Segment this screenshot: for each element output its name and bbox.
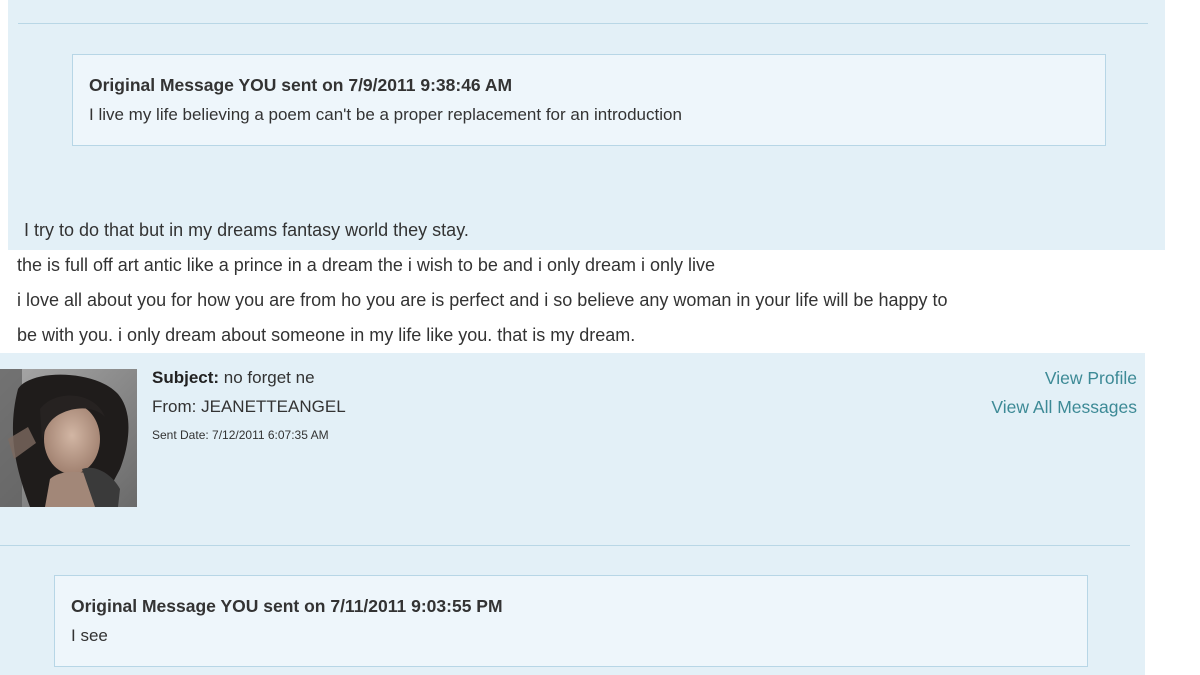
message-body-line-3: i love all about you for how you are fro… — [17, 290, 948, 310]
divider-middle — [0, 545, 1130, 546]
divider-top — [18, 23, 1148, 24]
original-message-text: I live my life believing a poem can't be… — [89, 105, 682, 124]
sender-avatar[interactable] — [0, 369, 137, 507]
message-body-line-2: the is full off art antic like a prince … — [17, 255, 716, 275]
view-all-messages-link[interactable]: View All Messages — [991, 397, 1137, 418]
original-message-header: Original Message YOU sent on 7/9/2011 9:… — [89, 75, 513, 95]
message-from: From: JEANETTEANGEL — [152, 397, 346, 417]
subject-value: no forget ne — [223, 368, 315, 387]
from-value: JEANETTEANGEL — [201, 397, 346, 416]
sent-date: Sent Date: 7/12/2011 6:07:35 AM — [152, 428, 329, 442]
view-profile-link[interactable]: View Profile — [1045, 368, 1137, 389]
from-label: From: — [152, 397, 197, 416]
original-message-text-2: I see — [71, 626, 108, 645]
original-message-box-2: Original Message YOU sent on 7/11/2011 9… — [54, 575, 1088, 667]
avatar-photo — [0, 369, 137, 507]
subject-label: Subject: — [152, 368, 220, 387]
message-subject: Subject: no forget ne — [152, 368, 315, 388]
message-body-line-1: I try to do that but in my dreams fantas… — [24, 220, 469, 240]
original-message-box: Original Message YOU sent on 7/9/2011 9:… — [72, 54, 1106, 146]
message-body-line-4: be with you. i only dream about someone … — [17, 325, 636, 345]
original-message-header-2: Original Message YOU sent on 7/11/2011 9… — [71, 596, 503, 616]
